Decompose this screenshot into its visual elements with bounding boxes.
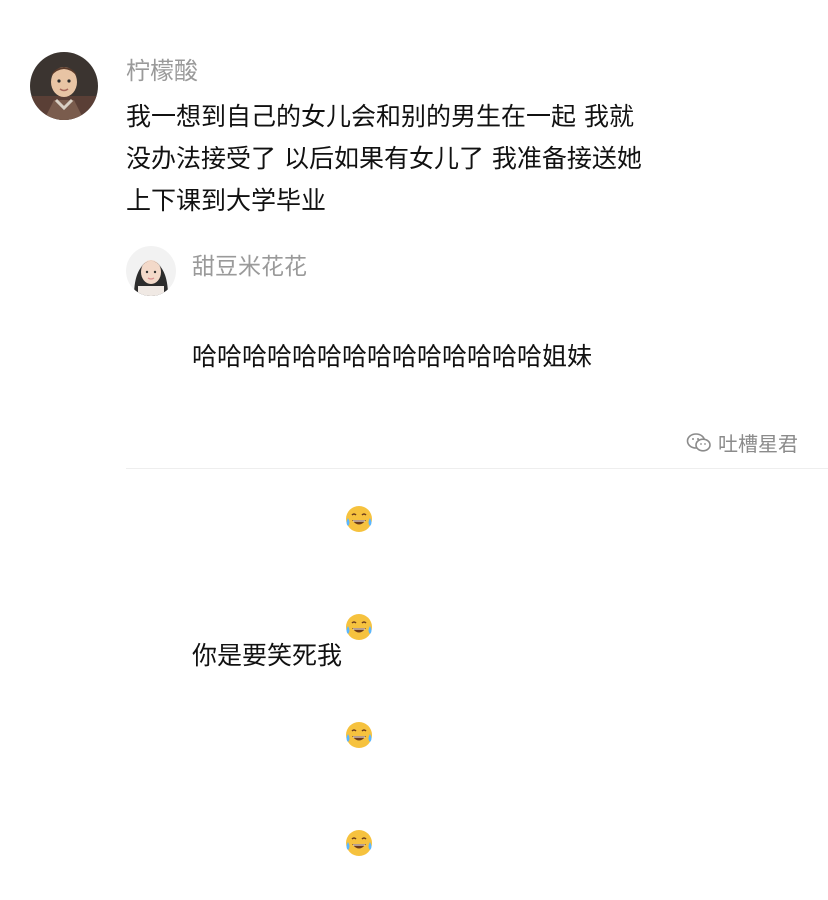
reply-text: 哈哈哈哈哈哈哈哈哈哈哈哈哈哈姐妹 你是要笑死我 (192, 294, 792, 894)
reply-text-line1: 哈哈哈哈哈哈哈哈哈哈哈哈哈哈姐妹 (192, 342, 593, 371)
reply-username[interactable]: 甜豆米花花 (192, 252, 307, 282)
watermark: 吐槽星君 (686, 428, 798, 457)
emoji-row (344, 420, 380, 894)
wechat-icon (686, 432, 712, 454)
avatar-boy-icon[interactable] (30, 52, 98, 120)
reply-text-line2: 你是要笑死我 (192, 641, 343, 670)
avatar-girl-icon[interactable] (126, 246, 176, 296)
watermark-text: 吐槽星君 (718, 432, 798, 456)
comment-text: 我一想到自己的女儿会和别的男生在一起 我就 没办法接受了 以后如果有女儿了 我准… (126, 102, 642, 215)
laughing-tears-emoji-icon (344, 570, 374, 640)
divider (126, 468, 828, 469)
laughing-tears-emoji-icon (344, 678, 374, 748)
comment-username[interactable]: 柠檬酸 (126, 56, 198, 86)
laughing-tears-emoji-icon (344, 462, 374, 532)
laughing-tears-emoji-icon (344, 786, 374, 856)
